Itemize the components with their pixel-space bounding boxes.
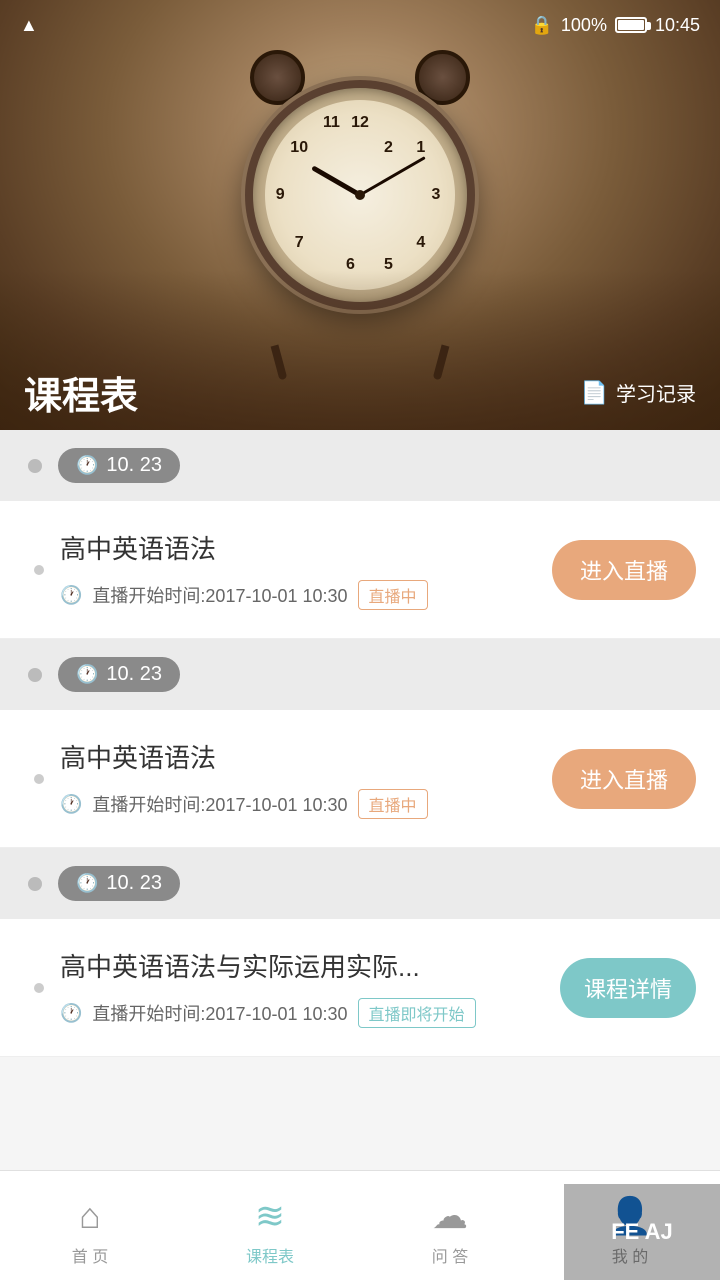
- home-icon: ⌂: [79, 1195, 101, 1237]
- time-label-1: 直播开始时间:2017-10-01 10:30: [92, 582, 347, 608]
- course-item-1: 高中英语语法 🕐 直播开始时间:2017-10-01 10:30 直播中 进入直…: [0, 501, 720, 639]
- clock-time: 10:45: [655, 15, 700, 36]
- minute-hand: [359, 156, 425, 196]
- date-text-2: 10. 23: [106, 663, 162, 686]
- date-clock-icon-2: 🕐: [76, 664, 98, 685]
- date-header-3: 🕐 10. 23: [0, 848, 720, 919]
- time-icon-1: 🕐: [60, 585, 82, 606]
- clock-num-12: 12: [351, 114, 369, 132]
- clock-num-7: 7: [295, 234, 304, 252]
- date-badge-1: 🕐 10. 23: [58, 448, 180, 483]
- schedule-list: 🕐 10. 23 高中英语语法 🕐 直播开始时间:2017-10-01 10:3…: [0, 430, 720, 1177]
- hero-banner: 12 1 3 4 5 6 7 9 10 11 2: [0, 0, 720, 430]
- clock-num-4: 4: [416, 234, 425, 252]
- clock-num-1: 1: [416, 139, 425, 157]
- clock-num-10: 10: [290, 139, 308, 157]
- date-badge-3: 🕐 10. 23: [58, 866, 180, 901]
- doc-icon: 📄: [581, 380, 608, 406]
- course-info-2: 高中英语语法 🕐 直播开始时间:2017-10-01 10:30 直播中: [60, 738, 532, 819]
- clock-bell-left: [250, 50, 305, 105]
- course-time-3: 🕐 直播开始时间:2017-10-01 10:30 直播即将开始: [60, 998, 540, 1028]
- course-info-3: 高中英语语法与实际运用实际... 🕐 直播开始时间:2017-10-01 10:…: [60, 947, 540, 1028]
- time-icon-2: 🕐: [60, 794, 82, 815]
- time-label-2: 直播开始时间:2017-10-01 10:30: [92, 791, 347, 817]
- clock-num-9: 9: [276, 186, 285, 204]
- course-time-2: 🕐 直播开始时间:2017-10-01 10:30 直播中: [60, 789, 532, 819]
- nav-item-qa[interactable]: ☁ 问 答: [360, 1185, 540, 1267]
- course-time-1: 🕐 直播开始时间:2017-10-01 10:30 直播中: [60, 580, 532, 610]
- date-group-2: 🕐 10. 23 高中英语语法 🕐 直播开始时间:2017-10-01 10:3…: [0, 639, 720, 848]
- date-clock-icon-3: 🕐: [76, 873, 98, 894]
- lock-icon: 🔒: [530, 15, 552, 36]
- battery-percent: 100%: [561, 15, 607, 36]
- date-badge-2: 🕐 10. 23: [58, 657, 180, 692]
- date-group-1: 🕐 10. 23 高中英语语法 🕐 直播开始时间:2017-10-01 10:3…: [0, 430, 720, 639]
- course-item-2: 高中英语语法 🕐 直播开始时间:2017-10-01 10:30 直播中 进入直…: [0, 710, 720, 848]
- watermark: FE AJ: [564, 1184, 720, 1280]
- clock-bell-right: [415, 50, 470, 105]
- status-right: 🔒 100% 10:45: [530, 15, 700, 36]
- course-name-2: 高中英语语法: [60, 738, 532, 775]
- course-info-1: 高中英语语法 🕐 直播开始时间:2017-10-01 10:30 直播中: [60, 529, 532, 610]
- date-group-3: 🕐 10. 23 高中英语语法与实际运用实际... 🕐 直播开始时间:2017-…: [0, 848, 720, 1057]
- date-text-1: 10. 23: [106, 454, 162, 477]
- status-left: ▲: [20, 15, 38, 36]
- course-item-3: 高中英语语法与实际运用实际... 🕐 直播开始时间:2017-10-01 10:…: [0, 919, 720, 1057]
- time-icon-3: 🕐: [60, 1003, 82, 1024]
- enter-live-button-2[interactable]: 进入直播: [552, 749, 696, 809]
- study-record-label: 学习记录: [616, 378, 696, 407]
- course-detail-button-3[interactable]: 课程详情: [560, 958, 696, 1018]
- clock-num-2: 2: [384, 139, 393, 157]
- clock-center: [355, 190, 365, 200]
- clock-num-11: 11: [323, 114, 340, 132]
- page-title: 课程表: [24, 365, 138, 420]
- clock-face: 12 1 3 4 5 6 7 9 10 11 2: [265, 100, 455, 290]
- battery-icon: [615, 17, 647, 33]
- date-dot-3: [28, 877, 42, 891]
- hero-title-bar: 课程表 📄 学习记录: [0, 355, 720, 430]
- nav-item-home[interactable]: ⌂ 首 页: [0, 1185, 180, 1267]
- enter-live-button-1[interactable]: 进入直播: [552, 540, 696, 600]
- nav-label-home: 首 页: [72, 1243, 108, 1267]
- date-text-3: 10. 23: [106, 872, 162, 895]
- nav-item-schedule[interactable]: ≋ 课程表: [180, 1185, 360, 1267]
- date-header-1: 🕐 10. 23: [0, 430, 720, 501]
- time-label-3: 直播开始时间:2017-10-01 10:30: [92, 1000, 347, 1026]
- date-dot-2: [28, 668, 42, 682]
- course-name-1: 高中英语语法: [60, 529, 532, 566]
- status-bar: ▲ 🔒 100% 10:45: [0, 0, 720, 50]
- live-status-badge-2: 直播中: [358, 789, 428, 819]
- date-clock-icon-1: 🕐: [76, 455, 98, 476]
- date-header-2: 🕐 10. 23: [0, 639, 720, 710]
- wifi-icon: ▲: [20, 15, 38, 36]
- date-dot-1: [28, 459, 42, 473]
- watermark-text: FE AJ: [611, 1219, 673, 1245]
- study-record-button[interactable]: 📄 学习记录: [581, 378, 696, 407]
- live-status-badge-1: 直播中: [358, 580, 428, 610]
- course-name-3: 高中英语语法与实际运用实际...: [60, 947, 540, 984]
- nav-label-schedule: 课程表: [246, 1243, 294, 1267]
- live-status-badge-3: 直播即将开始: [358, 998, 476, 1028]
- schedule-icon: ≋: [255, 1195, 285, 1237]
- qa-icon: ☁: [432, 1195, 468, 1237]
- clock-num-3: 3: [432, 186, 441, 204]
- nav-label-qa: 问 答: [432, 1243, 468, 1267]
- hour-hand: [311, 165, 361, 197]
